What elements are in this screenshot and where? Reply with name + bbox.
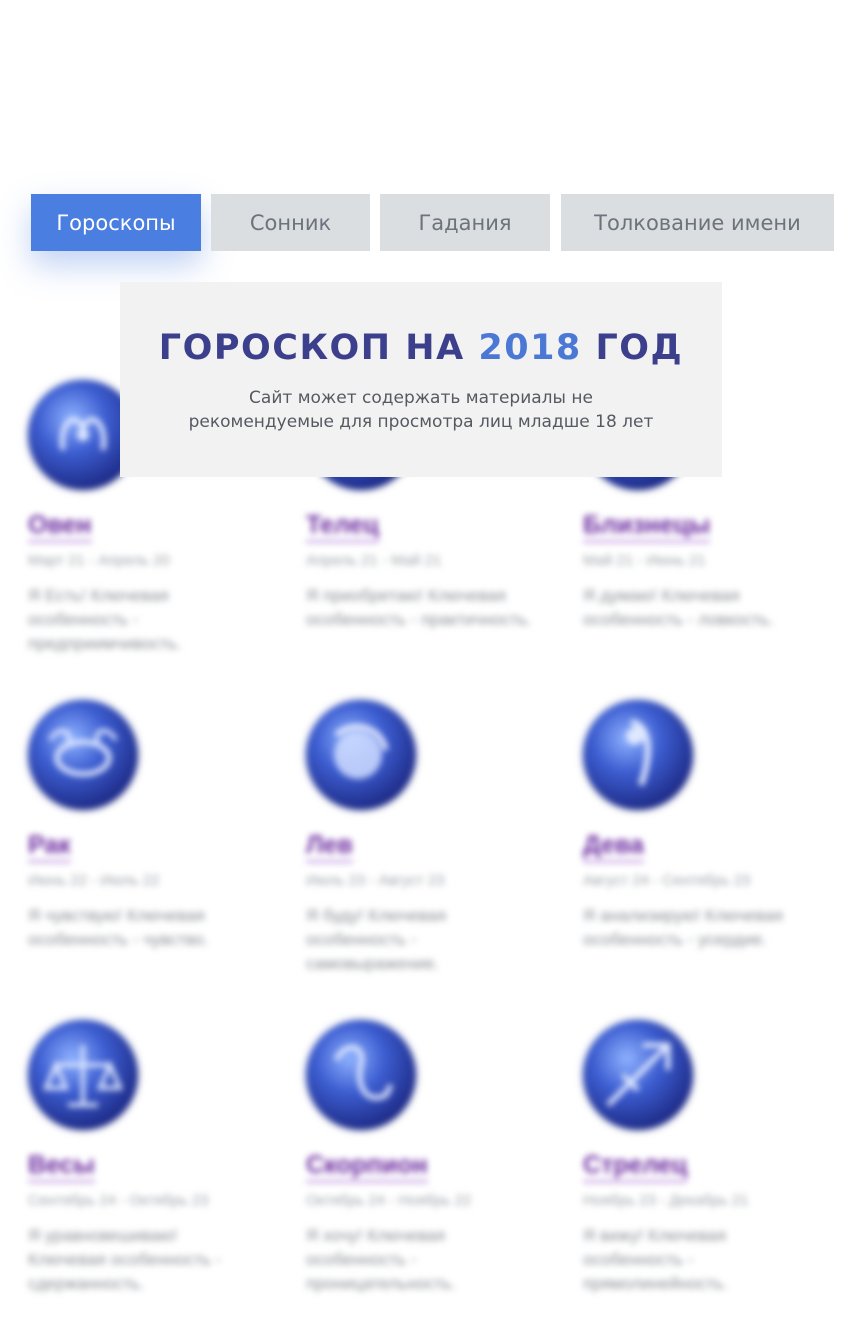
sign-description: Я чувствую! Ключевая особенность - чувст…	[28, 906, 209, 949]
sign-dates: Апрель 21 - Май 21	[306, 552, 442, 569]
category-tabs: Гороскопы Сонник Гадания Толкование имен…	[0, 194, 850, 251]
banner-title-suffix: ГОД	[595, 328, 684, 368]
sign-dates: Сентябрь 24 - Октябрь 23	[28, 1192, 209, 1209]
age-warning-banner: ГОРОСКОП НА 2018 ГОД Сайт может содержат…	[120, 282, 722, 477]
leo-icon	[306, 700, 416, 810]
sign-dates: Май 21 - Июнь 21	[583, 552, 706, 569]
sign-name[interactable]: Телец	[306, 510, 379, 543]
sign-description: Я уравновешиваю! Ключевая особенность - …	[28, 1226, 222, 1293]
sign-dates: Ноябрь 23 - Декабрь 21	[583, 1192, 749, 1209]
sign-dates: Август 24 - Сентябрь 23	[583, 872, 751, 889]
zodiac-card-scorpio[interactable]: Скорпион Октябрь 24 - Ноябрь 22 Я хочу! …	[306, 1020, 556, 1320]
banner-subtitle-line: Сайт может содержать материалы не	[249, 388, 593, 408]
banner-subtitle-line: рекомендуемые для просмотра лиц младше 1…	[188, 412, 654, 432]
sign-description: Я думаю! Ключевая особенность - ловкость…	[583, 586, 774, 629]
sign-description: Я приобретаю! Ключевая особенность - пра…	[306, 586, 532, 629]
zodiac-card-sagittarius[interactable]: Стрелец Ноябрь 23 - Декабрь 21 Я вижу! К…	[583, 1020, 833, 1320]
sign-name[interactable]: Близнецы	[583, 510, 711, 543]
tab-horoscopes[interactable]: Гороскопы	[31, 194, 201, 251]
libra-icon	[28, 1020, 138, 1130]
sagittarius-icon	[583, 1020, 693, 1130]
sign-name[interactable]: Дева	[583, 830, 644, 863]
zodiac-card-virgo[interactable]: Дева Август 24 - Сентябрь 23 Я анализиру…	[583, 700, 833, 1000]
sign-name[interactable]: Весы	[28, 1150, 95, 1183]
sign-dates: Март 21 - Апрель 20	[28, 552, 170, 569]
sign-name[interactable]: Лев	[306, 830, 353, 863]
sign-dates: Октябрь 24 - Ноябрь 22	[306, 1192, 472, 1209]
scorpio-icon	[306, 1020, 416, 1130]
banner-subtitle: Сайт может содержать материалы не рекоме…	[120, 386, 722, 434]
sign-description: Я Есть! Ключевая особенность - предприим…	[28, 586, 182, 653]
sign-description: Я хочу! Ключевая особенность - проницате…	[306, 1226, 456, 1293]
page: Гороскопы Сонник Гадания Толкование имен…	[0, 0, 850, 1336]
sign-description: Я анализирую! Ключевая особенность - усе…	[583, 906, 783, 949]
zodiac-card-leo[interactable]: Лев Июль 23 - Август 23 Я буду! Ключевая…	[306, 700, 556, 1000]
sign-dates: Июнь 22 - Июль 22	[28, 872, 160, 889]
zodiac-card-cancer[interactable]: Рак Июнь 22 - Июль 22 Я чувствую! Ключев…	[28, 700, 278, 1000]
sign-name[interactable]: Стрелец	[583, 1150, 688, 1183]
zodiac-card-libra[interactable]: Весы Сентябрь 24 - Октябрь 23 Я уравнове…	[28, 1020, 278, 1320]
zodiac-grid: Овен Март 21 - Апрель 20 Я Есть! Ключева…	[0, 376, 850, 1336]
sign-name[interactable]: Овен	[28, 510, 92, 543]
tab-name-meaning[interactable]: Толкование имени	[561, 194, 834, 251]
banner-title: ГОРОСКОП НА 2018 ГОД	[120, 328, 722, 368]
tab-dream-book[interactable]: Сонник	[211, 194, 370, 251]
sign-description: Я буду! Ключевая особенность - самовыраж…	[306, 906, 447, 973]
banner-title-prefix: ГОРОСКОП НА	[158, 328, 465, 368]
sign-name[interactable]: Скорпион	[306, 1150, 428, 1183]
sign-description: Я вижу! Ключевая особенность - прямолине…	[583, 1226, 728, 1293]
banner-title-year: 2018	[478, 328, 582, 368]
sign-dates: Июль 23 - Август 23	[306, 872, 445, 889]
cancer-icon	[28, 700, 138, 810]
tab-fortune-telling[interactable]: Гадания	[380, 194, 550, 251]
sign-name[interactable]: Рак	[28, 830, 71, 863]
virgo-icon	[583, 700, 693, 810]
